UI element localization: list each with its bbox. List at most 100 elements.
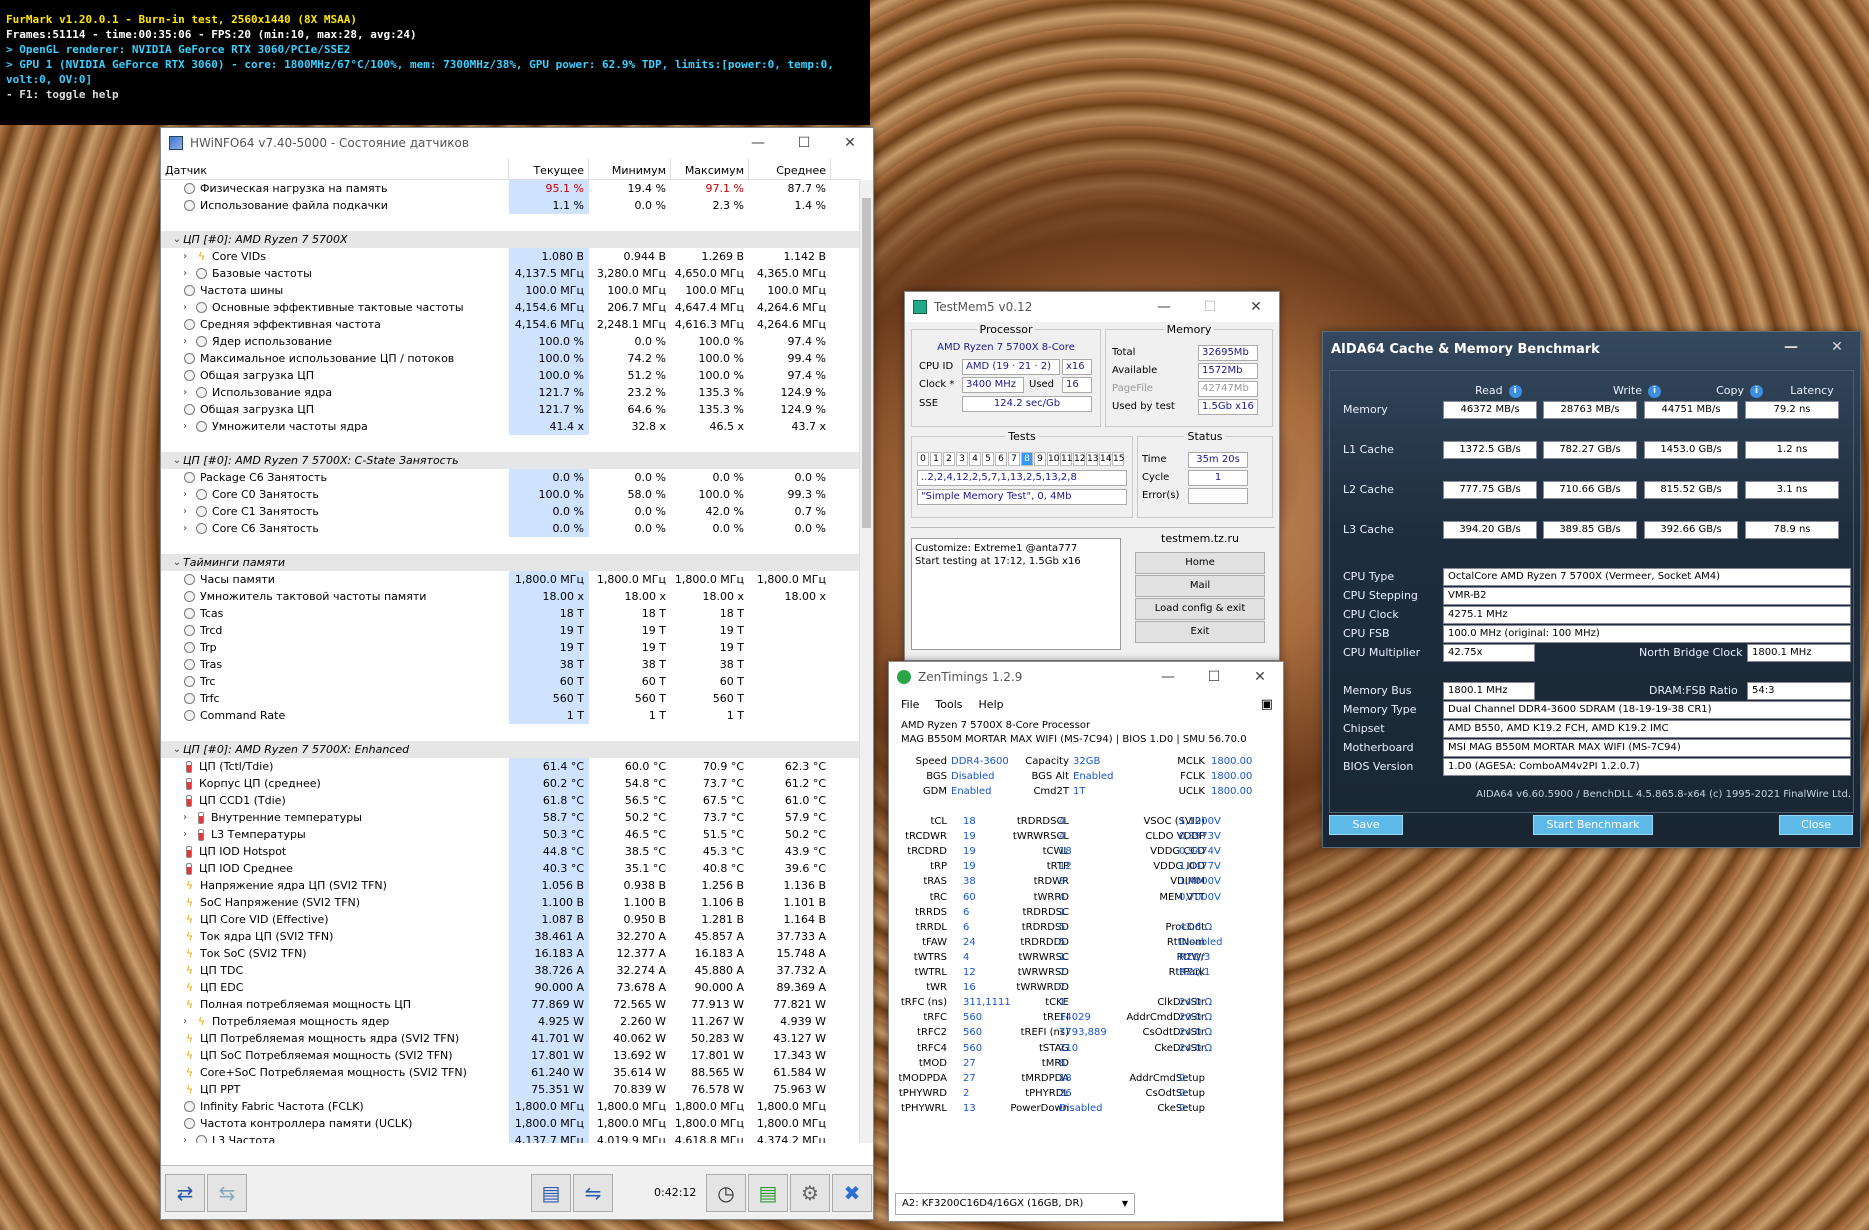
arrows-left-icon[interactable]: ⇄ [165,1174,205,1212]
minimize-icon[interactable]: — [735,128,781,158]
sensor-group-row[interactable]: ⌄ ЦП [#0]: AMD Ryzen 7 5700X [161,231,861,248]
sensor-row[interactable]: ϟ Ток ядра ЦП (SVI2 TFN) 38.461 A 32.270 A 4… [161,928,861,945]
collapse-icon[interactable]: ⌄ [171,231,183,248]
camera-icon[interactable]: ▣ [1261,697,1273,712]
home-button[interactable]: Home [1135,552,1265,574]
clock-icon[interactable]: ◷ [706,1174,746,1212]
sensor-row[interactable]: › ϟ Потребляемая мощность ядер 4.925 W 2.260… [161,1013,861,1030]
sensor-row[interactable]: Command Rate 1 T 1 T 1 T [161,707,861,724]
save-button[interactable]: Save [1329,815,1403,835]
maximize-icon[interactable]: ☐ [1187,292,1233,322]
testmem-titlebar[interactable]: TestMem5 v0.12 — ☐ ✕ [905,292,1279,322]
expand-icon[interactable]: › [179,333,191,350]
aida64-titlebar[interactable]: AIDA64 Cache & Memory Benchmark — ✕ [1323,332,1860,366]
sensor-row[interactable]: › Внутренние температуры 58.7 °C 50.2 °C 73.… [161,809,861,826]
zentimings-titlebar[interactable]: ZenTimings 1.2.9 — ☐ ✕ [889,662,1283,692]
sensor-row[interactable]: Trc 60 T 60 T 60 T [161,673,861,690]
minimize-icon[interactable]: — [1141,292,1187,322]
expand-icon[interactable]: › [179,486,191,503]
sensor-row[interactable]: Tcas 18 T 18 T 18 T [161,605,861,622]
sensor-row[interactable]: ϟ Полная потребляемая мощность ЦП 77.869 W… [161,996,861,1013]
sensor-row[interactable]: › Использование ядра 121.7 % 23.2 % 135.3 % 1… [161,384,861,401]
menu-tools[interactable]: Tools [935,698,962,711]
sensor-scrollbar[interactable] [859,180,873,1143]
close-x-icon[interactable]: ✖ [832,1174,872,1212]
expand-icon[interactable]: › [179,418,191,435]
load-config-button[interactable]: Load config & exit [1135,598,1265,620]
col-current[interactable]: Текущее [509,158,589,179]
sensor-row[interactable]: › Основные эффективные тактовые частоты 4,… [161,299,861,316]
close-icon[interactable]: ✕ [1237,662,1283,692]
sensor-row[interactable]: › Базовые частоты 4,137.5 МГц 3,280.0 МГц 4,… [161,265,861,282]
menu-help[interactable]: Help [979,698,1004,711]
sensor-row[interactable]: Частота шины 100.0 МГц 100.0 МГц 100.0 МГц 1… [161,282,861,299]
hwinfo-titlebar[interactable]: HWiNFO64 v7.40-5000 - Состояние датчиков… [161,128,873,158]
gear-icon[interactable]: ⚙ [790,1174,830,1212]
expand-icon[interactable]: › [179,520,191,537]
sensor-row[interactable]: Общая загрузка ЦП 121.7 % 64.6 % 135.3 % 124… [161,401,861,418]
sensor-row[interactable]: Частота контроллера памяти (UCLK) 1,800.0… [161,1115,861,1132]
sensor-row[interactable]: ϟ ЦП Потребляемая мощность ядра (SVI2 TFN… [161,1030,861,1047]
sensor-row[interactable]: ЦП IOD Hotspot 44.8 °C 38.5 °C 45.3 °C 43.9 … [161,843,861,860]
sensor-row[interactable]: ЦП CCD1 (Tdie) 61.8 °C 56.5 °C 67.5 °C 61.0 … [161,792,861,809]
close-button[interactable]: Close [1779,815,1853,835]
maximize-icon[interactable]: ☐ [1191,662,1237,692]
sensor-row[interactable]: Общая загрузка ЦП 100.0 % 51.2 % 100.0 % 97.… [161,367,861,384]
sensor-row[interactable]: Package C6 Занятость 0.0 % 0.0 % 0.0 % 0.0 % [161,469,861,486]
col-sensor[interactable]: Датчик [161,158,509,179]
sensor-row[interactable]: Trcd 19 T 19 T 19 T [161,622,861,639]
sensor-row[interactable]: › Ядер использование 100.0 % 0.0 % 100.0 % 97… [161,333,861,350]
sensor-row[interactable]: ϟ SoC Напряжение (SVI2 TFN) 1.100 В 1.100 В… [161,894,861,911]
start-benchmark-button[interactable]: Start Benchmark [1533,815,1653,835]
sensor-row[interactable]: ϟ ЦП EDC 90.000 A 73.678 A 90.000 A 89.369 A [161,979,861,996]
arrows-right-icon[interactable]: ⇆ [207,1174,247,1212]
expand-icon[interactable]: › [179,809,191,826]
sensor-row[interactable]: ϟ Core+SoC Потребляемая мощность (SVI2 TF… [161,1064,861,1081]
sensor-row[interactable]: Физическая нагрузка на память 95.1 % 19.4 … [161,180,861,197]
expand-icon[interactable]: › [179,265,191,282]
maximize-icon[interactable]: ☐ [781,128,827,158]
expand-icon[interactable]: › [179,1132,191,1143]
expand-icon[interactable]: › [179,299,191,316]
sensor-row[interactable]: Средняя эффективная частота 4,154.6 МГц 2,… [161,316,861,333]
collapse-icon[interactable]: ⌄ [171,554,183,571]
sensor-row[interactable]: Умножитель тактовой частоты памяти 18.00 … [161,588,861,605]
sensor-row[interactable]: ϟ Напряжение ядра ЦП (SVI2 TFN) 1.056 В 0.9… [161,877,861,894]
scrollbar-thumb[interactable] [862,198,871,528]
col-avg[interactable]: Среднее [749,158,831,179]
expand-icon[interactable]: › [179,1013,191,1030]
sensor-row[interactable]: › Core C1 Занятость 0.0 % 0.0 % 42.0 % 0.7 % [161,503,861,520]
sensor-group-row[interactable]: ⌄ ЦП [#0]: AMD Ryzen 7 5700X: Enhanced [161,741,861,758]
sensor-row[interactable]: Tras 38 T 38 T 38 T [161,656,861,673]
sensor-row[interactable]: › Core C0 Занятость 100.0 % 58.0 % 100.0 % 99… [161,486,861,503]
sensor-group-row[interactable]: ⌄ ЦП [#0]: AMD Ryzen 7 5700X: C-State Зан… [161,452,861,469]
sensor-row[interactable]: › Core C6 Занятость 0.0 % 0.0 % 0.0 % 0.0 % [161,520,861,537]
network-icon[interactable]: ⇋ [573,1174,613,1212]
sensor-row[interactable]: › ϟ Core VIDs 1.080 В 0.944 В 1.269 В 1.142 В [161,248,861,265]
close-icon[interactable]: ✕ [1814,332,1860,366]
sensor-row[interactable]: Корпус ЦП (среднее) 60.2 °C 54.8 °C 73.7 °C… [161,775,861,792]
close-icon[interactable]: ✕ [827,128,873,158]
sensor-row[interactable]: ϟ Ток SoC (SVI2 TFN) 16.183 A 12.377 A 16.18… [161,945,861,962]
sensor-list[interactable]: Физическая нагрузка на память 95.1 % 19.4 … [161,180,861,1143]
sensor-row[interactable]: Infinity Fabric Частота (FCLK) 1,800.0 МГ… [161,1098,861,1115]
sensor-row[interactable]: ϟ ЦП PPT 75.351 W 70.839 W 76.578 W 75.963 W [161,1081,861,1098]
sensor-row[interactable]: ϟ ЦП Core VID (Effective) 1.087 В 0.950 В 1.… [161,911,861,928]
menu-file[interactable]: File [901,698,919,711]
col-max[interactable]: Максимум [671,158,749,179]
expand-icon[interactable]: › [179,503,191,520]
sensor-row[interactable]: Trp 19 T 19 T 19 T [161,639,861,656]
sensor-row[interactable]: ЦП (Tctl/Tdie) 61.4 °C 60.0 °C 70.9 °C 62.3 … [161,758,861,775]
log-area[interactable]: Customize: Extreme1 @anta777 Start testi… [911,538,1121,650]
sensor-row[interactable]: › L3 Частота 4,137.7 МГц 4,019.9 МГц 4,618.8… [161,1132,861,1143]
close-icon[interactable]: ✕ [1233,292,1279,322]
collapse-icon[interactable]: ⌄ [171,741,183,758]
col-min[interactable]: Минимум [589,158,671,179]
sensor-row[interactable]: ЦП IOD Среднее 40.3 °C 35.1 °C 40.8 °C 39.6 … [161,860,861,877]
collapse-icon[interactable]: ⌄ [171,452,183,469]
sensor-group-row[interactable]: ⌄ Тайминги памяти [161,554,861,571]
sensor-row[interactable]: › Умножители частоты ядра 41.4 x 32.8 x 46.5… [161,418,861,435]
info-icon[interactable]: i [1750,384,1763,398]
expand-icon[interactable]: › [179,826,191,843]
module-select[interactable]: A2: KF3200C16D4/16GX (16GB, DR) ▼ [895,1193,1135,1215]
